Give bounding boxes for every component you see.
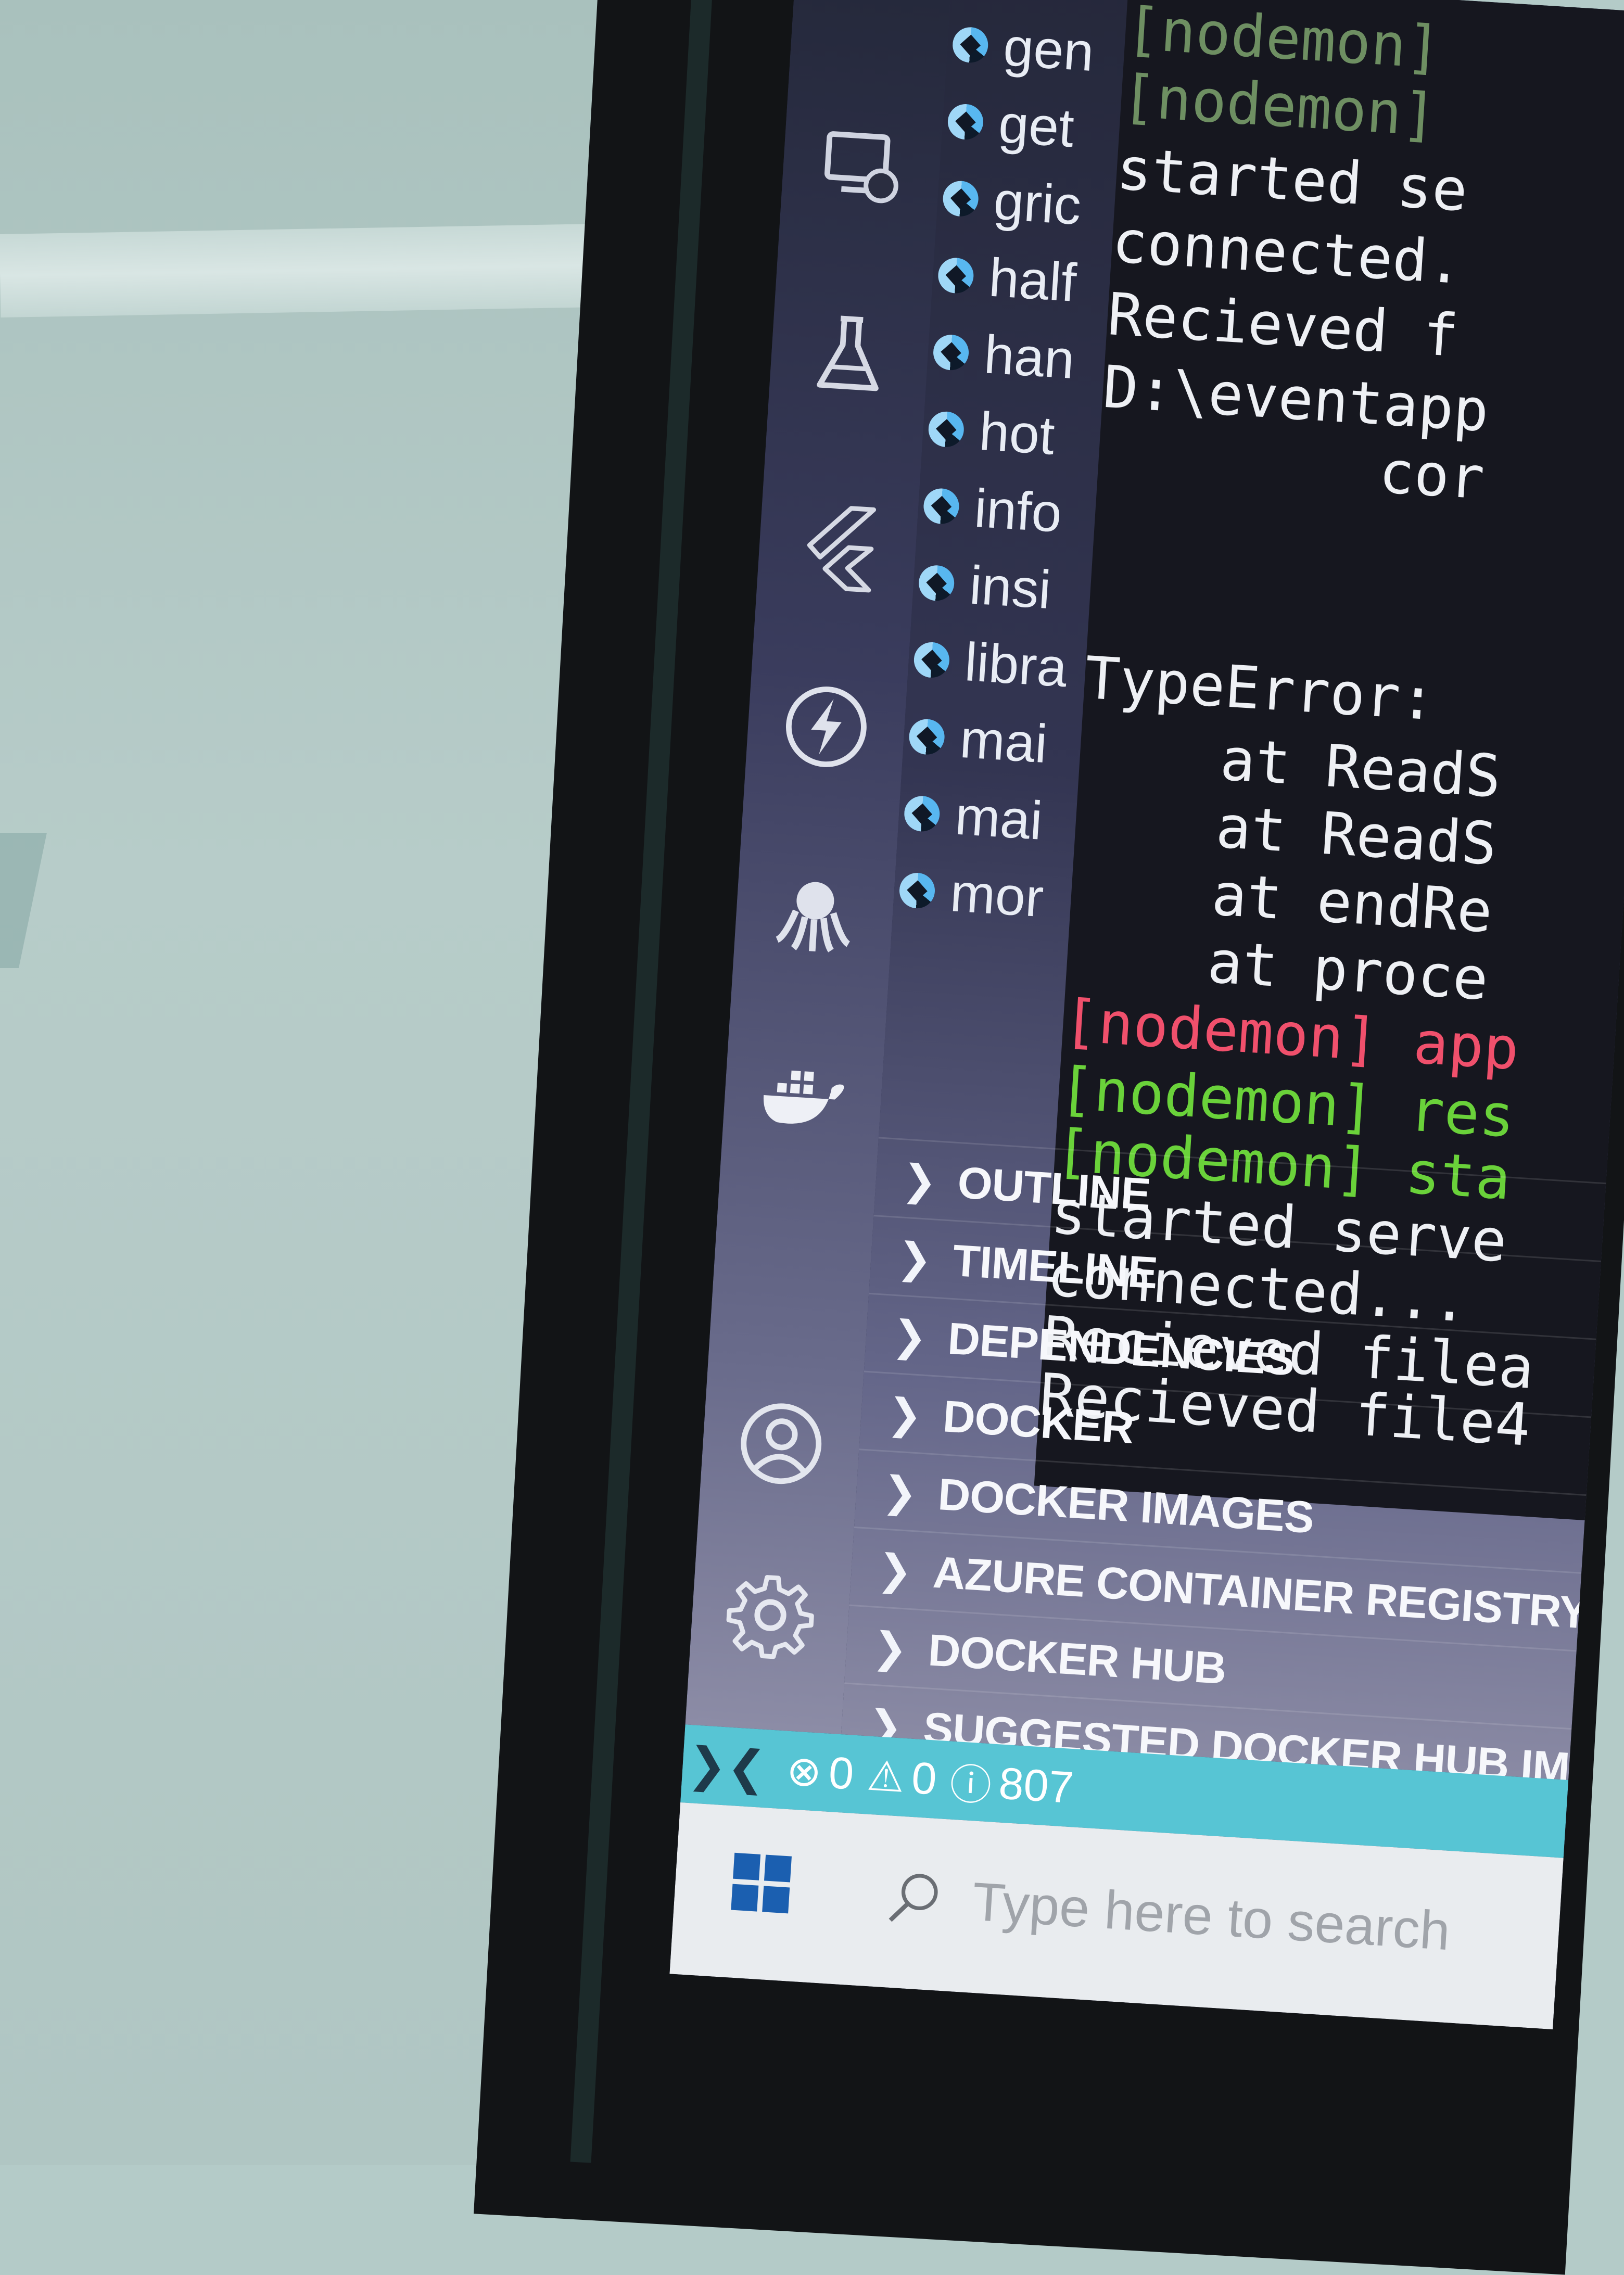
file-item[interactable]: hot	[927, 395, 1118, 474]
section-label: OUTLINE	[956, 1157, 1152, 1219]
dart-file-icon	[927, 410, 965, 448]
search-input[interactable]	[969, 1870, 1495, 1966]
chevron-right-icon: ❯	[881, 1466, 919, 1517]
file-item[interactable]: mai	[907, 702, 1098, 781]
info-count: 807	[997, 1758, 1075, 1813]
vscode-window: gen get gric half han hot info insi libr…	[669, 0, 1624, 2030]
dart-file-icon	[932, 334, 970, 372]
file-label: get	[997, 93, 1076, 159]
docker-whale-icon[interactable]	[753, 1046, 853, 1146]
section-label: TIMELINE	[951, 1235, 1159, 1298]
flutter-icon[interactable]	[788, 495, 887, 595]
section-label: DOCKER IMAGES	[936, 1469, 1315, 1543]
file-label: han	[982, 324, 1076, 390]
remote-indicator-icon[interactable]: ❯❮	[680, 1724, 773, 1808]
file-item[interactable]: half	[936, 240, 1127, 320]
file-label: gric	[992, 170, 1083, 236]
error-count: 0	[827, 1747, 856, 1799]
dart-file-icon	[918, 564, 956, 602]
file-item[interactable]: mai	[902, 779, 1093, 858]
search-icon	[889, 1874, 938, 1922]
section-label: DOCKER	[941, 1391, 1135, 1453]
windows-start-icon[interactable]	[731, 1852, 792, 1914]
taskbar-search[interactable]	[859, 1845, 1562, 1988]
info-icon: ⓘ	[948, 1760, 993, 1810]
file-item[interactable]: mor	[897, 856, 1088, 935]
error-icon: ⊗	[785, 1747, 823, 1796]
dart-file-icon	[922, 487, 960, 525]
file-item[interactable]: libra	[912, 625, 1103, 704]
background-wall-stripe	[0, 223, 600, 318]
file-item[interactable]: gen	[950, 10, 1141, 89]
remote-explorer-icon[interactable]	[812, 116, 911, 215]
file-item[interactable]: insi	[917, 548, 1108, 627]
section-label: DEPENDENCIES	[946, 1313, 1296, 1385]
file-item[interactable]: info	[921, 472, 1112, 551]
file-label: mai	[953, 785, 1045, 851]
problems-indicator[interactable]: ⊗ 0 ⚠ 0 ⓘ 807	[785, 1740, 1075, 1818]
dart-file-icon	[937, 257, 975, 295]
file-label: gen	[1001, 16, 1096, 83]
dart-file-icon	[903, 795, 941, 833]
file-item[interactable]: get	[946, 87, 1137, 166]
file-label: mor	[948, 862, 1046, 929]
warning-icon: ⚠	[866, 1752, 906, 1801]
file-label: libra	[963, 631, 1069, 698]
dart-file-icon	[951, 26, 989, 64]
file-item[interactable]: han	[931, 317, 1122, 397]
dart-file-icon	[898, 872, 936, 910]
dart-file-icon	[942, 180, 980, 218]
file-label: info	[972, 478, 1064, 544]
settings-gear-icon[interactable]	[721, 1566, 820, 1665]
chevron-right-icon: ❯	[885, 1389, 924, 1440]
octopus-icon[interactable]	[765, 864, 864, 963]
testing-flask-icon[interactable]	[800, 303, 899, 402]
chevron-right-icon: ❯	[891, 1311, 929, 1362]
dart-file-icon	[912, 641, 950, 679]
file-label: mai	[958, 708, 1049, 774]
chevron-right-icon: ❯	[871, 1622, 909, 1673]
file-label: insi	[968, 554, 1053, 620]
chevron-right-icon: ❯	[900, 1154, 938, 1205]
chevron-right-icon: ❯	[895, 1232, 934, 1283]
file-label: hot	[978, 401, 1057, 466]
chevron-right-icon: ❯	[876, 1544, 914, 1595]
file-item[interactable]: gric	[941, 164, 1132, 243]
dart-file-icon	[946, 103, 984, 141]
account-icon[interactable]	[731, 1394, 831, 1493]
file-label: half	[987, 247, 1079, 313]
warning-count: 0	[910, 1752, 938, 1804]
thunder-client-icon[interactable]	[777, 677, 876, 777]
section-label: DOCKER HUB	[927, 1624, 1228, 1694]
dart-file-icon	[908, 718, 946, 756]
